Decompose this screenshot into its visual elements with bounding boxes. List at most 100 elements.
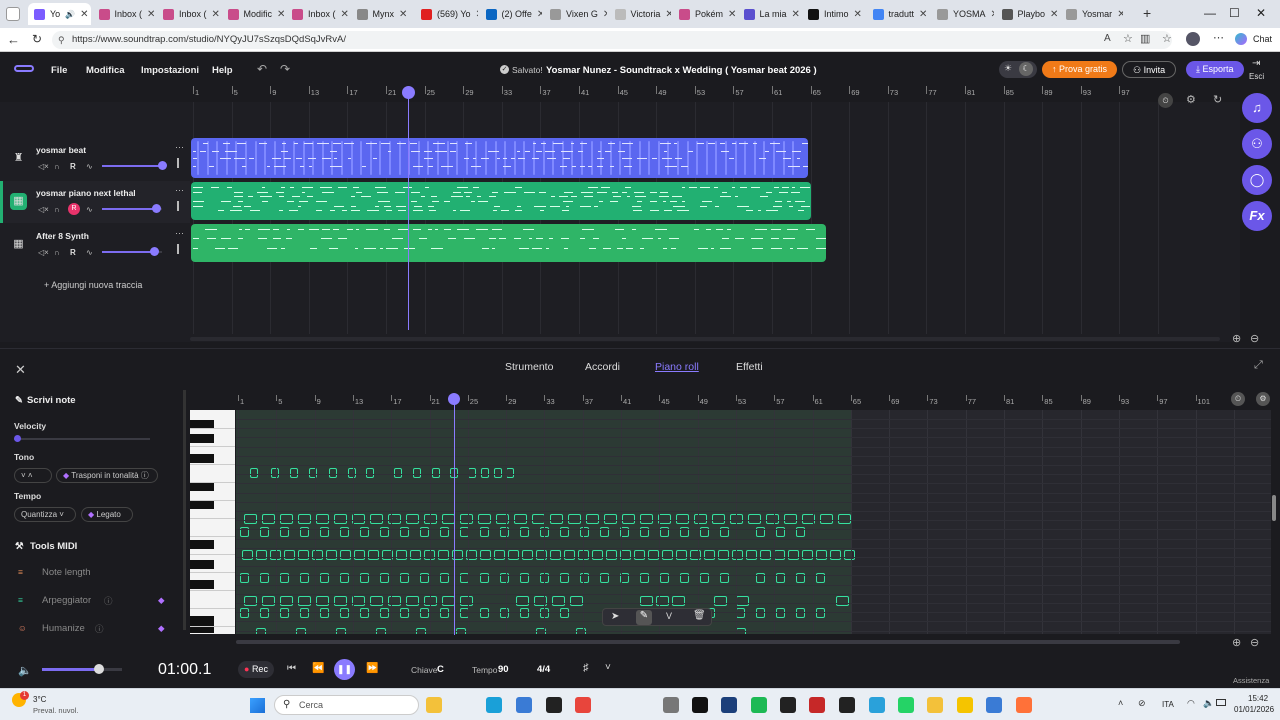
piano-black-key[interactable]	[190, 434, 214, 443]
midi-note[interactable]	[714, 596, 727, 606]
media-player-icon[interactable]	[546, 697, 562, 713]
browser-tab[interactable]: Victoria ✕	[609, 3, 671, 25]
midi-note[interactable]	[460, 514, 473, 524]
midi-note[interactable]	[280, 514, 293, 524]
midi-note[interactable]	[326, 550, 337, 560]
midi-note[interactable]	[522, 550, 533, 560]
midi-note[interactable]	[640, 514, 653, 524]
velocity-slider[interactable]	[14, 438, 150, 440]
network-icon[interactable]: ⊘	[1138, 698, 1146, 709]
fx-icon[interactable]: Fx	[1242, 201, 1272, 231]
zoom-in-icon[interactable]: ⊕	[1232, 636, 1241, 649]
undo-icon[interactable]: ↶	[257, 62, 267, 76]
edge-icon[interactable]	[486, 697, 502, 713]
midi-note[interactable]	[656, 596, 669, 606]
export-button[interactable]: ⤓ Esporta	[1186, 61, 1244, 78]
start-icon[interactable]	[250, 698, 265, 713]
piano-roll-ruler[interactable]: 1 5 9 13 17 21 25 29 33 37 41 45 49 53 57 61 65 69 73 77 81 8…	[236, 395, 1276, 409]
telegram-icon[interactable]	[869, 697, 885, 713]
midi-note[interactable]	[712, 514, 725, 524]
exit-icon[interactable]: ⇥	[1252, 58, 1260, 69]
try-free-button[interactable]: ↑ Prova gratis	[1042, 61, 1118, 78]
pointer-icon[interactable]: ➤	[611, 611, 619, 622]
record-button[interactable]: ● Rec	[238, 661, 274, 678]
midi-note[interactable]	[432, 468, 440, 478]
piano-keyboard[interactable]	[190, 410, 235, 634]
midi-note[interactable]	[460, 596, 473, 606]
zoom-out-icon[interactable]: ⊖	[1250, 332, 1259, 345]
midi-note[interactable]	[516, 596, 529, 606]
midi-note[interactable]	[506, 468, 514, 478]
profile-avatar[interactable]	[1186, 32, 1200, 46]
close-tab-icon[interactable]: ✕	[919, 9, 927, 20]
theme-toggle[interactable]: ☀ ☾	[999, 61, 1037, 78]
close-tab-icon[interactable]: ✕	[991, 9, 994, 20]
midi-note[interactable]	[662, 550, 673, 560]
settings-gear-icon[interactable]: ⚙	[1256, 392, 1270, 406]
app-icon[interactable]	[721, 697, 737, 713]
close-tab-icon[interactable]: ✕	[1117, 9, 1122, 20]
midi-note[interactable]	[514, 514, 527, 524]
midi-note[interactable]	[634, 550, 645, 560]
info-icon[interactable]: ⓘ	[104, 595, 113, 607]
midi-note[interactable]	[370, 596, 383, 606]
firefox-icon[interactable]	[1016, 697, 1032, 713]
browser-tab[interactable]: Vixen G ✕	[544, 3, 607, 25]
midi-note[interactable]	[672, 596, 685, 606]
minimize-window-icon[interactable]: —	[1204, 6, 1216, 20]
midi-note[interactable]	[550, 514, 563, 524]
midi-note[interactable]	[396, 550, 407, 560]
midi-note[interactable]	[368, 550, 379, 560]
midi-note[interactable]	[494, 468, 502, 478]
read-aloud-icon[interactable]: A	[1104, 33, 1111, 44]
trash-icon[interactable]: 🗑	[693, 610, 706, 621]
file-explorer-icon[interactable]	[426, 697, 442, 713]
project-title[interactable]: Yosmar Nunez - Soundtrack x Wedding ( Yo…	[546, 65, 817, 76]
notes-icon[interactable]	[957, 697, 973, 713]
midi-note[interactable]	[570, 596, 583, 606]
midi-note[interactable]	[676, 514, 689, 524]
close-tab-icon[interactable]: ✕	[665, 9, 671, 20]
midi-note[interactable]	[406, 514, 419, 524]
midi-note[interactable]	[592, 550, 603, 560]
midi-note[interactable]	[564, 550, 575, 560]
browser-tab[interactable]: Modific ✕	[222, 3, 284, 25]
midi-note[interactable]	[844, 550, 855, 560]
collaborators-icon[interactable]: ⚇	[1242, 129, 1272, 159]
midi-note[interactable]	[354, 550, 365, 560]
url-input[interactable]: ⚲ https://www.soundtrap.com/studio/NYQyJ…	[52, 31, 1172, 49]
midi-note[interactable]	[271, 468, 279, 478]
midi-note[interactable]	[298, 596, 311, 606]
piano-black-key[interactable]	[190, 560, 214, 569]
midi-note[interactable]	[774, 550, 785, 560]
midi-note[interactable]	[532, 514, 545, 524]
midi-note[interactable]	[424, 596, 437, 606]
close-tab-icon[interactable]: ✕	[147, 9, 155, 20]
transpose-to-key-button[interactable]: ◆ Trasponi in tonalità ⓘ	[56, 468, 158, 483]
browser-tab[interactable]: Pokém ✕	[673, 3, 736, 25]
instruments-icon[interactable]: ♫	[1242, 93, 1272, 123]
master-volume-icon[interactable]: 🔈	[18, 664, 32, 677]
piano-black-key[interactable]	[190, 580, 214, 589]
menu-help[interactable]: Help	[212, 65, 233, 76]
midi-note[interactable]	[284, 550, 295, 560]
metronome-icon[interactable]: ⏲	[1231, 392, 1245, 406]
speaker-icon[interactable]: 🔈	[1203, 698, 1214, 709]
midi-note[interactable]	[640, 596, 653, 606]
browser-tab[interactable]: Yosmar ✕	[1060, 3, 1123, 25]
whatsapp-icon[interactable]	[898, 697, 914, 713]
assistance-link[interactable]: Assistenza	[1233, 676, 1269, 685]
browser-tab[interactable]: Inbox (✕	[286, 3, 349, 25]
metronome-icon[interactable]: ⏲	[1158, 93, 1173, 108]
piano-black-key[interactable]	[190, 454, 214, 463]
settings-icon[interactable]	[663, 697, 679, 713]
midi-note[interactable]	[316, 596, 329, 606]
dvd-icon[interactable]	[839, 697, 855, 713]
favorite-icon[interactable]: ☆	[1123, 32, 1133, 45]
chevron-down-icon[interactable]: ˅	[605, 662, 611, 673]
close-panel-icon[interactable]: ✕	[15, 362, 26, 378]
midi-note[interactable]	[329, 468, 337, 478]
battery-icon[interactable]	[1216, 699, 1226, 706]
velocity-knob[interactable]	[14, 435, 21, 442]
tab-effects[interactable]: Effetti	[736, 361, 763, 373]
